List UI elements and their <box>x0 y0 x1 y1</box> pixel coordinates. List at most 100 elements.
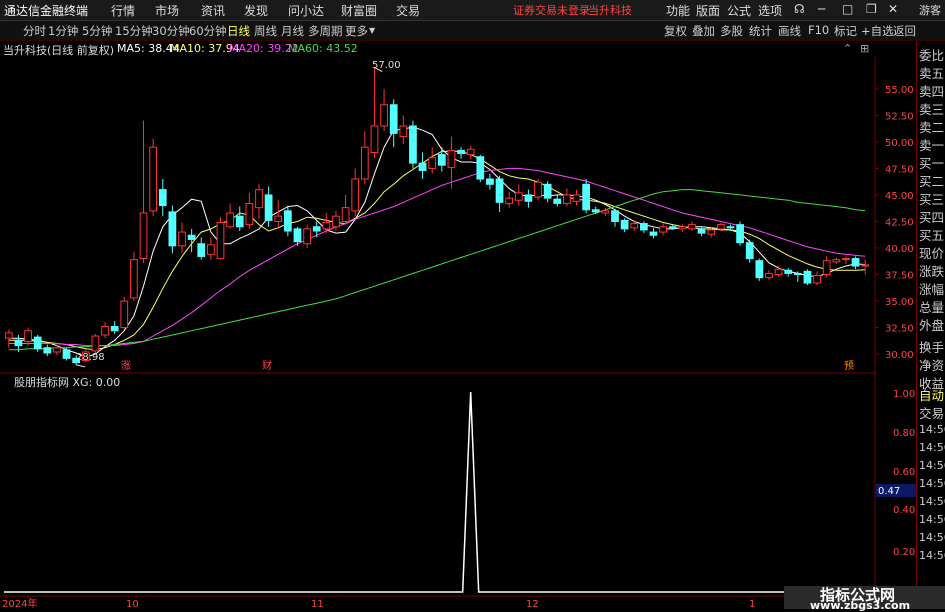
candle-body <box>110 325 119 332</box>
candle-body <box>264 194 273 221</box>
candle-body <box>101 325 109 336</box>
indicator-tick-2: 0.80 <box>893 428 915 439</box>
panel-item-volume[interactable]: 总量 <box>919 297 944 316</box>
candle-body <box>168 211 177 247</box>
candle-body <box>543 183 552 199</box>
candle-body <box>24 330 32 342</box>
candle-body <box>274 215 283 222</box>
candle-body <box>476 156 485 180</box>
price-label: 47.50 <box>885 164 914 175</box>
candle-body <box>572 194 581 202</box>
candle-body <box>120 300 129 329</box>
price-annotations: 57.00 28.98 涨 财 预 <box>76 60 854 372</box>
candle-body <box>678 226 687 230</box>
panel-auto[interactable]: 自动 <box>919 385 944 404</box>
candle-body <box>457 149 465 155</box>
candle-body <box>158 189 167 207</box>
candle-body <box>235 215 244 228</box>
chart-svg: 55.00 52.50 50.00 47.50 45.00 42.50 40.00 37.50… <box>0 57 916 609</box>
candle-body <box>505 197 514 204</box>
date-label-12: 12 <box>526 599 539 609</box>
price-label: 55.00 <box>885 85 914 96</box>
candle-body <box>793 272 802 276</box>
candle-body <box>91 335 100 352</box>
price-label: 35.00 <box>885 297 914 308</box>
panel-item-entrust-ratio[interactable]: 委比 <box>919 45 944 64</box>
panel-item-ask2[interactable]: 卖二 <box>919 117 944 136</box>
candle-body <box>447 149 456 168</box>
quote-side-panel: 委比 卖五 卖四 卖三 卖二 卖一 买一 买二 买三 买四 买五 现价 涨跌 涨… <box>916 41 945 609</box>
candle-body <box>534 181 542 198</box>
candle-body <box>765 272 773 279</box>
date-label-11: 11 <box>311 599 324 609</box>
candle-body <box>216 222 225 260</box>
candle-body <box>861 264 870 267</box>
grid <box>0 57 916 597</box>
trade-time-3: 14:56 <box>919 459 945 472</box>
candle-body <box>418 162 427 172</box>
candle-body <box>563 194 571 204</box>
panel-trade[interactable]: 交易 <box>919 403 944 422</box>
candle-body <box>389 104 398 134</box>
candle-body <box>822 260 831 276</box>
candle-body <box>851 258 860 267</box>
low-price-label: 28.98 <box>76 352 105 363</box>
panel-item-ask1[interactable]: 卖一 <box>919 135 944 154</box>
guest-label[interactable]: 游客 <box>919 2 941 18</box>
panel-item-price[interactable]: 现价 <box>919 243 944 262</box>
trade-time-7: 14:56 <box>919 531 945 544</box>
candle-body <box>53 347 61 353</box>
candle-body <box>601 210 610 214</box>
panel-item-ask5[interactable]: 卖五 <box>919 63 944 82</box>
event-marker-forecast[interactable]: 预 <box>844 360 854 372</box>
indicator-tick-1: 1.00 <box>893 389 915 400</box>
panel-item-bid3[interactable]: 买三 <box>919 189 944 208</box>
candle-body <box>736 224 744 244</box>
panel-item-bid5[interactable]: 买五 <box>919 225 944 244</box>
date-label-10: 10 <box>126 599 139 609</box>
panel-item-outer[interactable]: 外盘 <box>919 315 944 334</box>
candle-body <box>486 178 494 185</box>
candle-body <box>620 219 629 230</box>
candle-body <box>226 212 234 228</box>
panel-item-change-pct[interactable]: 涨幅 <box>919 279 944 298</box>
candle-body <box>649 231 658 236</box>
candle-body <box>399 125 408 138</box>
date-label-1: 1 <box>749 599 755 609</box>
candle-body <box>341 207 350 222</box>
candle-body <box>640 223 648 231</box>
panel-item-change[interactable]: 涨跌 <box>919 261 944 280</box>
candle-body <box>688 224 696 230</box>
candle-body <box>659 226 667 233</box>
candle-body <box>360 146 369 180</box>
panel-item-net-asset[interactable]: 净资 <box>919 355 944 374</box>
xg-signal-line <box>4 391 870 593</box>
panel-item-bid2[interactable]: 买二 <box>919 171 944 190</box>
panel-item-bid4[interactable]: 买四 <box>919 207 944 226</box>
candle-body <box>466 148 475 156</box>
panel-item-ask3[interactable]: 卖三 <box>919 99 944 118</box>
panel-item-ask4[interactable]: 卖四 <box>919 81 944 100</box>
price-label: 50.00 <box>885 138 914 149</box>
candle-body <box>803 270 812 284</box>
candle-body <box>514 192 523 201</box>
indicator-tick-4: 0.40 <box>893 505 915 516</box>
panel-item-bid1[interactable]: 买一 <box>919 153 944 172</box>
price-label: 30.00 <box>885 350 914 361</box>
candle-body <box>207 244 215 255</box>
candle-body <box>774 268 783 276</box>
panel-item-turnover[interactable]: 换手 <box>919 337 944 356</box>
candle-body <box>187 234 196 240</box>
event-marker-finance[interactable]: 财 <box>262 359 272 372</box>
candle-body <box>832 259 841 263</box>
trade-time-5: 14:56 <box>919 495 945 508</box>
candle-body <box>380 104 388 127</box>
candle-body <box>197 243 206 257</box>
watermark-url: www.zbgs3.com <box>810 599 911 612</box>
candle-body <box>178 231 186 247</box>
event-marker-up[interactable]: 涨 <box>121 360 131 372</box>
indicator-panel: 股朋指标网 XG: 0.00 1.00 0.80 0.60 0.40 0.20 … <box>4 375 916 593</box>
price-label: 40.00 <box>885 244 914 255</box>
date-axis: 2024年 10 11 12 1 <box>2 597 755 609</box>
price-axis: 55.00 52.50 50.00 47.50 45.00 42.50 40.00 37.50… <box>875 85 914 361</box>
